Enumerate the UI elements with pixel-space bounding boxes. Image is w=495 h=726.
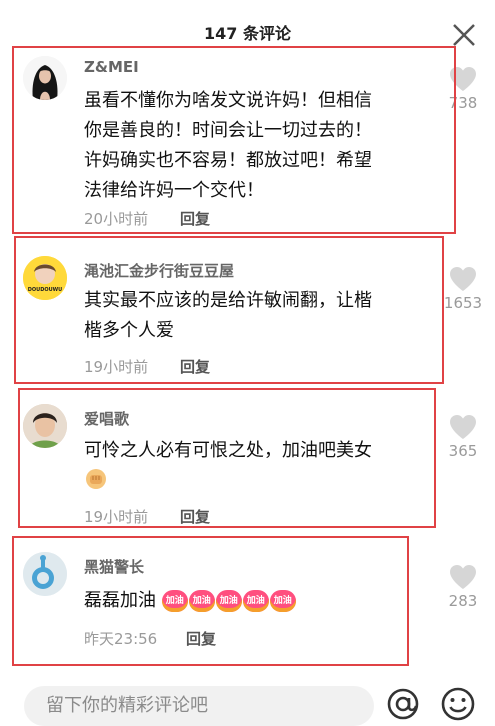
emoji-icon[interactable] — [438, 684, 478, 724]
comment-time: 19小时前 — [84, 508, 149, 526]
like-button[interactable]: 365 — [433, 414, 493, 460]
comment-count-title: 147 条评论 — [204, 24, 291, 43]
comment-input[interactable]: 留下你的精彩评论吧 — [24, 686, 374, 726]
sticker: 加油 — [161, 590, 188, 612]
reply-button[interactable]: 回复 — [186, 628, 216, 649]
comment-input-bar: 留下你的精彩评论吧 — [0, 680, 495, 726]
heart-icon — [450, 415, 476, 439]
close-icon[interactable] — [451, 22, 477, 48]
comment-item: 爱唱歌 可怜之人必有可恨之处，加油吧美女 19小时前 回复 365 — [0, 384, 495, 534]
heart-icon — [450, 67, 476, 91]
comment-item: Z&MEI 虽看不懂你为啥发文说许妈！但相信 你是善良的！时间会让一切过去的！ … — [0, 46, 495, 236]
reply-button[interactable]: 回复 — [180, 208, 210, 229]
fist-emoji-icon — [86, 469, 106, 489]
comment-time: 19小时前 — [84, 358, 149, 376]
sticker: 加油 — [242, 590, 269, 612]
comment-text: 其实最不应该的是给许敏闹翻，让楷 楷多个人爱 — [84, 290, 372, 341]
heart-icon — [450, 565, 476, 589]
sticker: 加油 — [215, 590, 242, 612]
comment-author[interactable]: 爱唱歌 — [84, 408, 129, 429]
comment-text: 虽看不懂你为啥发文说许妈！但相信 你是善良的！时间会让一切过去的！ 许妈确实也不… — [84, 90, 372, 201]
heart-icon — [450, 267, 476, 291]
comment-author[interactable]: 渑池汇金步行街豆豆屋 — [84, 260, 234, 281]
sticker: 加油 — [188, 590, 215, 612]
like-button[interactable]: 1653 — [433, 266, 493, 312]
like-count: 283 — [448, 592, 478, 610]
like-count: 1653 — [443, 294, 483, 312]
like-count: 738 — [448, 94, 478, 112]
comment-author[interactable]: 黑猫警长 — [84, 556, 144, 577]
avatar[interactable]: DOUDOUWU — [23, 256, 67, 300]
comment-time: 昨天23:56 — [84, 630, 158, 648]
comment-author[interactable]: Z&MEI — [84, 58, 139, 76]
like-button[interactable]: 738 — [433, 66, 493, 112]
like-button[interactable]: 283 — [433, 564, 493, 610]
sticker: 加油 — [269, 590, 296, 612]
avatar[interactable] — [23, 552, 67, 596]
comment-item: DOUDOUWU 渑池汇金步行街豆豆屋 其实最不应该的是给许敏闹翻，让楷 楷多个… — [0, 236, 495, 384]
avatar-label: DOUDOUWU — [27, 287, 63, 293]
comment-time: 20小时前 — [84, 210, 149, 228]
reply-button[interactable]: 回复 — [180, 506, 210, 527]
at-mention-icon[interactable] — [383, 684, 423, 724]
avatar[interactable] — [23, 404, 67, 448]
comment-text: 可怜之人必有可恨之处，加油吧美女 — [84, 440, 372, 461]
comment-item: 黑猫警长 磊磊加油 加油 加油 加油 加油 加油 昨天23:56 回复 283 — [0, 534, 495, 674]
comment-text: 磊磊加油 加油 加油 加油 加油 加油 — [84, 586, 297, 616]
comments-header: 147 条评论 — [0, 0, 495, 46]
comment-text-content: 磊磊加油 — [84, 590, 156, 611]
reply-button[interactable]: 回复 — [180, 356, 210, 377]
like-count: 365 — [448, 442, 478, 460]
avatar[interactable] — [23, 56, 67, 100]
